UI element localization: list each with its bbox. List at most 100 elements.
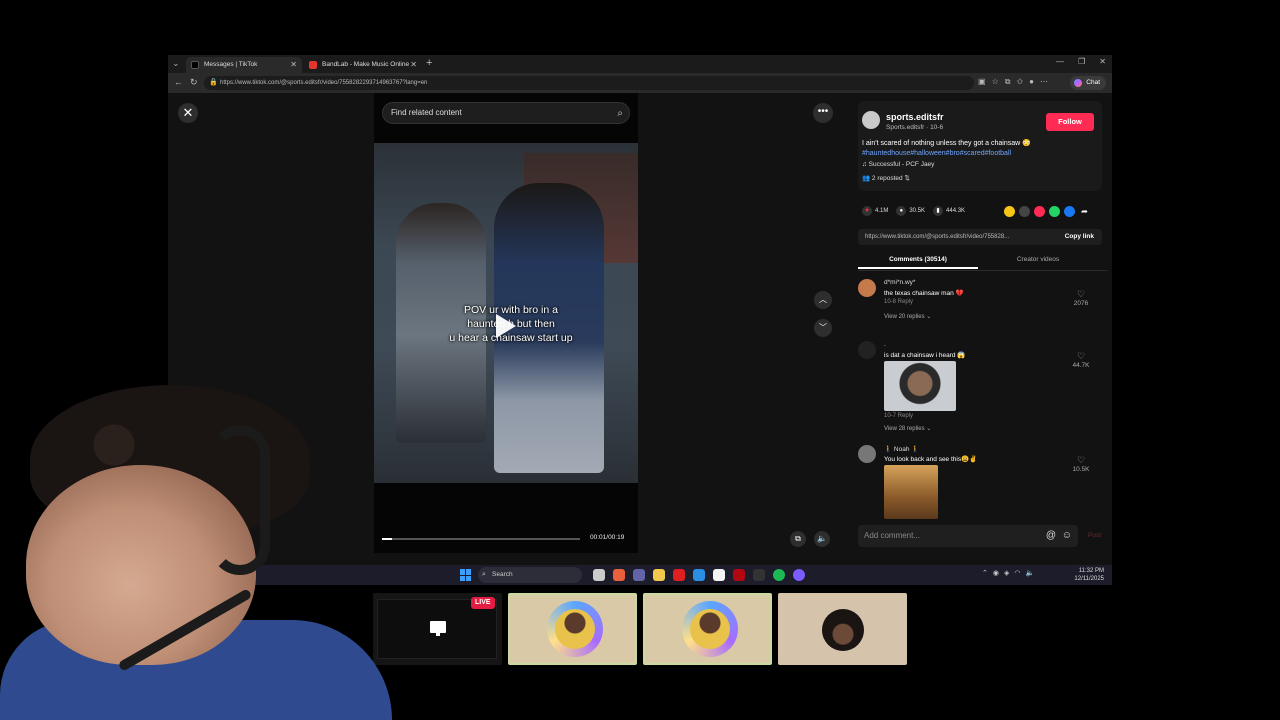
- like-stat[interactable]: ♥ 4.1M: [862, 206, 888, 216]
- stream-tile-screenshare[interactable]: LIVE: [373, 593, 502, 665]
- extensions-icon[interactable]: ⧉: [1005, 77, 1011, 87]
- send-icon[interactable]: [1034, 206, 1045, 217]
- copy-link-button[interactable]: Copy link: [1065, 229, 1094, 245]
- music-label[interactable]: ♫ Successful - PCF Jaey: [862, 161, 934, 168]
- windows-start-icon[interactable]: [460, 569, 472, 581]
- comment-like[interactable]: ♡ 10.5K: [1066, 455, 1096, 473]
- new-tab-icon[interactable]: +: [426, 57, 432, 69]
- app-icon[interactable]: [613, 569, 625, 581]
- author-name[interactable]: sports.editsfr: [886, 112, 944, 122]
- save-stat[interactable]: ▮ 444.3K: [933, 206, 965, 216]
- chevron-up-icon[interactable]: ⌃: [982, 569, 988, 577]
- taskbar-search[interactable]: ⌕ Search: [478, 567, 582, 583]
- tray-app-icon[interactable]: ◈: [1004, 569, 1009, 577]
- copilot-chat-button[interactable]: Chat: [1070, 76, 1106, 90]
- close-tab-icon[interactable]: ✕: [290, 57, 297, 73]
- commenter-avatar[interactable]: [858, 279, 876, 297]
- file-explorer-icon[interactable]: [653, 569, 665, 581]
- author-avatar[interactable]: [862, 111, 880, 129]
- follow-button[interactable]: Follow: [1046, 113, 1094, 131]
- wifi-icon[interactable]: ◠: [1014, 569, 1020, 577]
- edge-icon[interactable]: [693, 569, 705, 581]
- tab-label: BandLab - Make Music Online: [322, 61, 410, 68]
- close-video-icon[interactable]: ✕: [178, 103, 198, 123]
- comment-meta[interactable]: 10-8 Reply: [884, 299, 913, 305]
- volume-icon[interactable]: 🔈: [814, 531, 830, 547]
- teams-icon[interactable]: [633, 569, 645, 581]
- progress-bar[interactable]: [382, 538, 580, 540]
- copy-link-row: https://www.tiktok.com/@sports.editsfr/v…: [858, 229, 1102, 245]
- commenter-avatar[interactable]: [858, 445, 876, 463]
- guest-avatar: [547, 601, 603, 657]
- commenter-avatar[interactable]: [858, 341, 876, 359]
- video-player[interactable]: Find related content ⌕ POV ur with bro i…: [374, 93, 638, 553]
- close-window-icon[interactable]: ✕: [1099, 57, 1106, 66]
- comments-count: 30.5K: [909, 208, 926, 214]
- tab-messages-tiktok[interactable]: Messages | TikTok ✕: [186, 57, 302, 73]
- favorite-icon[interactable]: ☆: [992, 77, 999, 87]
- profile-icon[interactable]: ●: [1029, 77, 1034, 87]
- facebook-icon[interactable]: [1064, 206, 1075, 217]
- favorites-icon[interactable]: ✩: [1016, 77, 1023, 87]
- comment-stat[interactable]: ● 30.5K: [896, 206, 925, 216]
- spotify-icon[interactable]: [773, 569, 785, 581]
- add-comment-input[interactable]: Add comment... @ ☺: [858, 525, 1078, 547]
- description-text: I ain't scared of nothing unless they go…: [862, 140, 1031, 147]
- chat-label: Chat: [1086, 79, 1100, 86]
- view-replies[interactable]: View 28 replies ⌄: [884, 425, 931, 432]
- maximize-icon[interactable]: ❐: [1078, 57, 1085, 66]
- heart-icon: ♥: [862, 206, 872, 216]
- tab-bandlab[interactable]: BandLab - Make Music Online ✕: [304, 57, 422, 73]
- menu-icon[interactable]: ⋯: [1040, 77, 1048, 87]
- play-icon[interactable]: [496, 314, 516, 338]
- netflix-icon[interactable]: [733, 569, 745, 581]
- comment-user[interactable]: d*mi*n.wy*: [884, 279, 915, 286]
- back-icon[interactable]: ←: [174, 77, 183, 87]
- comment-meta[interactable]: 10-7 Reply: [884, 413, 913, 419]
- view-replies[interactable]: View 20 replies ⌄: [884, 313, 931, 320]
- tab-actions-icon[interactable]: ⌄: [172, 58, 180, 69]
- whatsapp-icon[interactable]: [1049, 206, 1060, 217]
- youtube-icon[interactable]: [673, 569, 685, 581]
- floating-player-icon[interactable]: ⧉: [790, 531, 806, 547]
- comment-like[interactable]: ♡ 44.7K: [1066, 351, 1096, 369]
- address-bar[interactable]: 🔒 https://www.tiktok.com/@sports.editsfr…: [204, 76, 974, 90]
- comment-likes: 2076: [1073, 300, 1089, 307]
- search-icon[interactable]: ⌕: [617, 104, 623, 124]
- clock-date: 12/11/2025: [1074, 576, 1104, 582]
- hashtags[interactable]: #hauntedhouse#halloween#bro#scared#footb…: [862, 150, 1011, 157]
- stream-tile-guest-3[interactable]: [778, 593, 907, 665]
- comment-image[interactable]: [884, 465, 938, 519]
- comment-user[interactable]: .: [884, 341, 886, 348]
- previous-video-icon[interactable]: ︿: [814, 291, 832, 309]
- tab-creator-videos[interactable]: Creator videos: [978, 253, 1098, 267]
- next-video-icon[interactable]: ﹀: [814, 319, 832, 337]
- comment-like[interactable]: ♡ 2076: [1066, 289, 1096, 307]
- emoji-icon[interactable]: ☺: [1062, 525, 1072, 547]
- terminal-icon[interactable]: [753, 569, 765, 581]
- stream-tile-guest-2[interactable]: [643, 593, 772, 665]
- comment-text: the texas chainsaw man 💔: [884, 290, 964, 297]
- coin-icon[interactable]: [1004, 206, 1015, 217]
- mention-icon[interactable]: @: [1046, 525, 1056, 547]
- comment-user[interactable]: 🚶 Noah 🚶: [884, 445, 919, 453]
- url-text: https://www.tiktok.com/@sports.editsfr/v…: [220, 80, 428, 86]
- share-arrow-icon[interactable]: ➦: [1079, 206, 1090, 217]
- embed-icon[interactable]: [1019, 206, 1030, 217]
- close-tab-icon[interactable]: ✕: [410, 57, 417, 73]
- refresh-icon[interactable]: ↻: [190, 77, 198, 88]
- split-screen-icon[interactable]: ▣: [978, 77, 986, 87]
- discord-icon[interactable]: [793, 569, 805, 581]
- stream-tile-guest-1[interactable]: [508, 593, 637, 665]
- more-options-icon[interactable]: •••: [813, 103, 833, 123]
- post-comment-button[interactable]: Post: [1088, 532, 1101, 539]
- comment-image[interactable]: [884, 361, 956, 411]
- taskbar-clock[interactable]: 11:32 PM 12/11/2025: [1074, 567, 1104, 583]
- volume-icon[interactable]: 🔈: [1025, 569, 1034, 577]
- related-search-input[interactable]: Find related content ⌕: [382, 102, 630, 124]
- tray-app-icon[interactable]: ◉: [993, 569, 999, 577]
- task-view-icon[interactable]: [593, 569, 605, 581]
- minimize-icon[interactable]: —: [1056, 57, 1064, 66]
- calendar-icon[interactable]: [713, 569, 725, 581]
- tab-comments[interactable]: Comments (30514): [858, 253, 978, 269]
